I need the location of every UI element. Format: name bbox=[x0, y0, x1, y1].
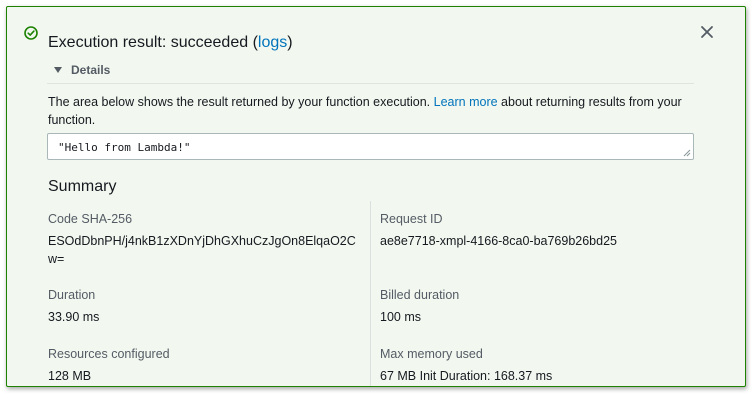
max-memory-value: 67 MB Init Duration: 168.37 ms bbox=[380, 369, 553, 383]
resources-configured-field: Resources configured 128 MB bbox=[48, 345, 363, 385]
summary-column-divider bbox=[370, 201, 371, 386]
request-id-value: ae8e7718-xmpl-4166-8ca0-ba769b26bd25 bbox=[380, 234, 617, 248]
result-output-text: "Hello from Lambda!" bbox=[58, 141, 191, 154]
close-icon[interactable] bbox=[699, 24, 715, 40]
billed-duration-label: Billed duration bbox=[380, 288, 460, 302]
summary-heading: Summary bbox=[48, 178, 117, 195]
duration-label: Duration bbox=[48, 288, 96, 302]
code-sha-label: Code SHA-256 bbox=[48, 212, 133, 226]
execution-result-alert: Execution result: succeeded (logs) Detai… bbox=[6, 6, 746, 387]
details-label: Details bbox=[71, 63, 111, 77]
details-toggle[interactable]: Details bbox=[53, 62, 110, 78]
result-description: The area below shows the result returned… bbox=[48, 93, 693, 129]
check-circle-icon bbox=[24, 26, 38, 40]
duration-field: Duration 33.90 ms bbox=[48, 286, 363, 326]
code-sha-value: ESOdDbnPH/j4nkB1zXDnYjDhGXhuCzJgOn8ElqaO… bbox=[48, 232, 363, 268]
request-id-label: Request ID bbox=[380, 212, 443, 226]
details-divider bbox=[47, 83, 694, 84]
max-memory-label: Max memory used bbox=[380, 347, 483, 361]
alert-title: Execution result: succeeded (logs) bbox=[48, 34, 293, 52]
title-suffix: ) bbox=[287, 34, 293, 51]
resources-configured-value: 128 MB bbox=[48, 369, 92, 383]
billed-duration-field: Billed duration 100 ms bbox=[380, 286, 710, 326]
logs-link[interactable]: logs bbox=[258, 34, 287, 51]
result-output-textarea[interactable]: "Hello from Lambda!" bbox=[47, 133, 694, 160]
code-sha-value-line-1: ESOdDbnPH/j4nkB1zXDnYjDhGXhuCzJgOn8ElqaO… bbox=[48, 234, 356, 248]
request-id-field: Request ID ae8e7718-xmpl-4166-8ca0-ba769… bbox=[380, 210, 710, 250]
max-memory-field: Max memory used 67 MB Init Duration: 168… bbox=[380, 345, 710, 385]
learn-more-link[interactable]: Learn more bbox=[434, 95, 498, 109]
description-text: The area below shows the result returned… bbox=[48, 95, 434, 109]
screenshot-frame: Execution result: succeeded (logs) Detai… bbox=[0, 0, 754, 401]
title-prefix: Execution result: succeeded ( bbox=[48, 34, 258, 51]
resources-configured-label: Resources configured bbox=[48, 347, 170, 361]
caret-down-icon bbox=[54, 67, 62, 73]
code-sha-field: Code SHA-256 ESOdDbnPH/j4nkB1zXDnYjDhGXh… bbox=[48, 210, 363, 268]
resize-grip-icon[interactable] bbox=[683, 149, 691, 157]
duration-value: 33.90 ms bbox=[48, 310, 100, 324]
code-sha-value-line-2: w= bbox=[48, 252, 65, 266]
billed-duration-value: 100 ms bbox=[380, 310, 421, 324]
